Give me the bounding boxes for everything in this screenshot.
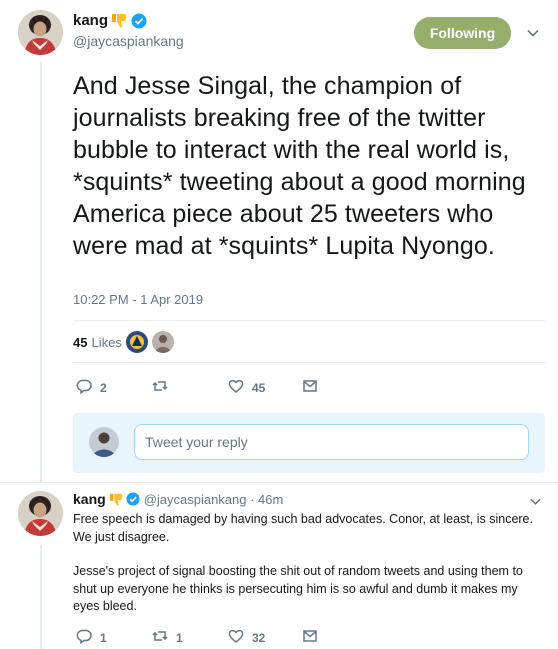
reply-input[interactable]	[134, 424, 529, 460]
like-count: 45	[252, 380, 266, 395]
reply-text: Free speech is damaged by having such ba…	[73, 511, 547, 633]
avatar[interactable]	[18, 491, 63, 536]
divider	[0, 482, 558, 483]
reply-paragraph: Free speech is damaged by having such ba…	[73, 512, 533, 544]
reply-count: 2	[100, 380, 107, 395]
likes-row[interactable]: 45 Likes	[73, 331, 174, 353]
thumbs-down-emoji-icon	[109, 492, 124, 507]
like-action[interactable]: 32	[228, 628, 302, 647]
message-action[interactable]	[302, 378, 318, 397]
display-name-text[interactable]: kang	[73, 12, 108, 29]
thread-line	[40, 62, 42, 482]
message-icon[interactable]	[302, 378, 318, 397]
reply-paragraph: Jesse's project of signal boosting the s…	[73, 564, 523, 613]
heart-icon[interactable]	[228, 378, 244, 397]
retweet-action[interactable]: 1	[152, 628, 228, 647]
liker-avatar[interactable]	[151, 331, 174, 353]
tweet-timestamp[interactable]: 10:22 PM - 1 Apr 2019	[73, 292, 203, 307]
tweet-text: And Jesse Singal, the champion of journa…	[73, 72, 526, 260]
liker-avatar[interactable]	[125, 331, 148, 353]
message-action[interactable]	[302, 628, 318, 647]
reply-composer	[73, 413, 545, 473]
likes-count[interactable]: 45	[73, 335, 87, 350]
reply-action[interactable]: 2	[76, 378, 152, 397]
heart-icon[interactable]	[228, 628, 244, 647]
display-name[interactable]: kang	[73, 491, 106, 507]
user-handle[interactable]: @jaycaspiankang	[73, 33, 184, 49]
reply-count: 1	[100, 630, 107, 645]
reply-actions: 1 1 32	[76, 628, 318, 647]
verified-badge-icon	[126, 492, 140, 506]
divider	[73, 320, 545, 321]
divider	[73, 362, 545, 363]
display-name[interactable]: kang	[73, 12, 147, 29]
reply-icon[interactable]	[76, 628, 92, 647]
retweet-action[interactable]	[152, 378, 228, 397]
following-button[interactable]: Following	[414, 17, 511, 49]
likes-label[interactable]: Likes	[91, 335, 121, 350]
retweet-icon[interactable]	[152, 628, 168, 647]
like-count: 32	[252, 630, 266, 645]
reply-header: kang @jaycaspiankang · 46m	[73, 491, 283, 507]
handle-and-time[interactable]: @jaycaspiankang · 46m	[144, 492, 284, 507]
chevron-down-icon[interactable]	[526, 26, 540, 40]
thumbs-down-emoji-icon	[111, 12, 128, 29]
avatar[interactable]	[18, 10, 63, 55]
reply-icon[interactable]	[76, 378, 92, 397]
reply-action[interactable]: 1	[76, 628, 152, 647]
tweet-actions: 2 45	[76, 378, 318, 397]
current-user-avatar	[89, 427, 119, 457]
retweet-count: 1	[176, 630, 183, 645]
like-action[interactable]: 45	[228, 378, 302, 397]
chevron-down-icon[interactable]	[529, 495, 542, 508]
verified-badge-icon	[131, 13, 147, 29]
thread-line	[40, 545, 42, 649]
retweet-icon[interactable]	[152, 378, 168, 397]
message-icon[interactable]	[302, 628, 318, 647]
